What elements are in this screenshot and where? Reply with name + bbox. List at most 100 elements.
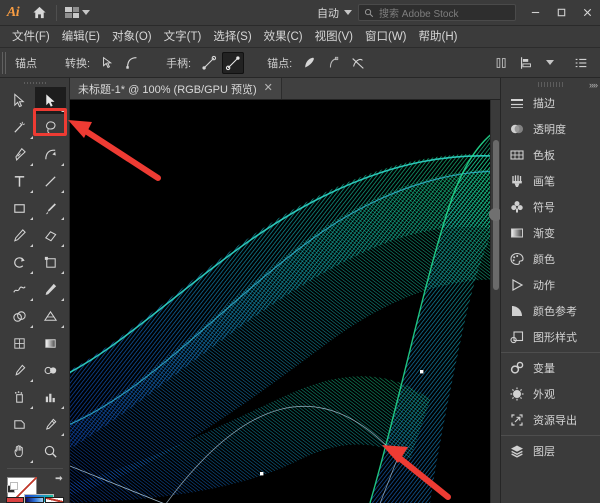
- show-handles-icon[interactable]: [198, 52, 220, 74]
- panel-item-symbols[interactable]: 符号: [501, 194, 600, 220]
- eraser-tool[interactable]: [35, 222, 66, 249]
- panel-collapse-knob[interactable]: [489, 208, 500, 221]
- stock-search-field[interactable]: 搜索 Adobe Stock: [358, 4, 516, 21]
- handle-label: 手柄:: [160, 55, 197, 71]
- menu-effect[interactable]: 效果(C): [258, 26, 309, 48]
- menu-type[interactable]: 文字(T): [158, 26, 208, 48]
- color-swatch-gradient[interactable]: [25, 497, 44, 503]
- search-icon: [364, 8, 374, 18]
- panel-item-transparency[interactable]: 透明度: [501, 116, 600, 142]
- symbol-sprayer-tool[interactable]: [4, 384, 35, 411]
- workspace-switcher-icon: [65, 7, 79, 18]
- eyedropper-tool[interactable]: [4, 357, 35, 384]
- color-guide-icon: [508, 302, 526, 320]
- panel-item-variables[interactable]: 变量: [501, 355, 600, 381]
- mesh-tool[interactable]: [4, 330, 35, 357]
- fill-stroke-indicator: [7, 477, 63, 493]
- paintbrush-tool[interactable]: [35, 195, 66, 222]
- menu-view[interactable]: 视图(V): [309, 26, 359, 48]
- panel-item-gradient[interactable]: 渐变: [501, 220, 600, 246]
- magic-wand-tool[interactable]: [4, 114, 35, 141]
- default-fill-stroke-icon[interactable]: [7, 482, 19, 494]
- gradient-tool[interactable]: [35, 330, 66, 357]
- isolate-path-icon[interactable]: [347, 52, 369, 74]
- swap-fill-stroke-icon[interactable]: [53, 474, 65, 489]
- color-swatch-none[interactable]: [45, 497, 64, 503]
- tools-panel-grip[interactable]: [24, 82, 46, 84]
- panel-item-swatches[interactable]: 色板: [501, 142, 600, 168]
- close-icon[interactable]: ✕: [264, 83, 273, 94]
- type-tool[interactable]: [4, 168, 35, 195]
- menu-window[interactable]: 窗口(W): [359, 26, 413, 48]
- illustrator-window: Ai 自动 搜索 Adobe Stock: [0, 0, 600, 503]
- artboard-tool[interactable]: [4, 411, 35, 438]
- auto-dropdown[interactable]: 自动: [311, 5, 358, 21]
- home-icon[interactable]: [26, 0, 52, 26]
- free-transform-tool[interactable]: [35, 276, 66, 303]
- color-swatch-red[interactable]: [6, 497, 25, 503]
- panel-item-color-guide[interactable]: 颜色参考: [501, 298, 600, 324]
- document-canvas[interactable]: [70, 100, 500, 503]
- canvas-vertical-scrollbar[interactable]: [490, 100, 500, 503]
- transparency-icon: [508, 120, 526, 138]
- shaper-pencil-tool[interactable]: [4, 222, 35, 249]
- dock-divider: [501, 435, 600, 436]
- menu-edit[interactable]: 编辑(E): [56, 26, 106, 48]
- panel-label: 图形样式: [533, 329, 577, 345]
- hand-tool[interactable]: [4, 438, 35, 465]
- curvature-tool[interactable]: [35, 141, 66, 168]
- document-tab-title: 未标题-1* @ 100% (RGB/GPU 预览): [78, 81, 257, 97]
- smooth-anchor-icon[interactable]: [121, 52, 143, 74]
- close-button[interactable]: [574, 0, 600, 26]
- control-panel-grip[interactable]: [2, 52, 7, 74]
- panel-item-layers[interactable]: 图层: [501, 438, 600, 464]
- panel-item-color[interactable]: 颜色: [501, 246, 600, 272]
- panel-dock-grip[interactable]: [538, 82, 564, 87]
- corner-anchor-icon[interactable]: [97, 52, 119, 74]
- minimize-button[interactable]: [522, 0, 548, 26]
- panel-label: 颜色: [533, 251, 555, 267]
- menu-bar: 文件(F) 编辑(E) 对象(O) 文字(T) 选择(S) 效果(C) 视图(V…: [0, 26, 600, 48]
- menu-object[interactable]: 对象(O): [106, 26, 158, 48]
- document-tab[interactable]: 未标题-1* @ 100% (RGB/GPU 预览) ✕: [70, 78, 282, 99]
- document-tab-bar: 未标题-1* @ 100% (RGB/GPU 预览) ✕: [70, 78, 500, 100]
- panel-item-appearance[interactable]: 外观: [501, 381, 600, 407]
- selection-tool[interactable]: [4, 87, 35, 114]
- panel-item-brushes[interactable]: 画笔: [501, 168, 600, 194]
- artwork-blend-ribbons: [70, 100, 500, 503]
- maximize-button[interactable]: [548, 0, 574, 26]
- collapse-panels-icon[interactable]: »»: [589, 80, 597, 90]
- menu-file[interactable]: 文件(F): [6, 26, 56, 48]
- pen-tool[interactable]: [4, 141, 35, 168]
- rectangle-tool[interactable]: [4, 195, 35, 222]
- width-warp-tool[interactable]: [4, 276, 35, 303]
- remove-anchor-icon[interactable]: [299, 52, 321, 74]
- panel-item-asset-export[interactable]: 资源导出: [501, 407, 600, 433]
- workspace-switcher[interactable]: [61, 0, 94, 26]
- chevron-down-icon[interactable]: [539, 52, 561, 74]
- slice-tool[interactable]: [35, 411, 66, 438]
- panel-item-graphic-styles[interactable]: 图形样式: [501, 324, 600, 350]
- color-icon: [508, 250, 526, 268]
- panel-menu-icon[interactable]: [570, 52, 592, 74]
- scale-tool[interactable]: [35, 249, 66, 276]
- menu-help[interactable]: 帮助(H): [413, 26, 464, 48]
- blend-tool[interactable]: [35, 357, 66, 384]
- panel-item-stroke[interactable]: 描边: [501, 90, 600, 116]
- shape-builder-tool[interactable]: [4, 303, 35, 330]
- brushes-icon: [508, 172, 526, 190]
- variables-icon: [508, 359, 526, 377]
- align-icon[interactable]: [491, 52, 513, 74]
- line-segment-tool[interactable]: [35, 168, 66, 195]
- rotate-tool[interactable]: [4, 249, 35, 276]
- menu-select[interactable]: 选择(S): [207, 26, 257, 48]
- actions-icon: [508, 276, 526, 294]
- column-graph-tool[interactable]: [35, 384, 66, 411]
- hide-handles-icon[interactable]: [222, 52, 244, 74]
- gradient-icon: [508, 224, 526, 242]
- perspective-grid-tool[interactable]: [35, 303, 66, 330]
- distribute-icon[interactable]: [515, 52, 537, 74]
- cut-path-icon[interactable]: [323, 52, 345, 74]
- zoom-tool[interactable]: [35, 438, 66, 465]
- panel-item-actions[interactable]: 动作: [501, 272, 600, 298]
